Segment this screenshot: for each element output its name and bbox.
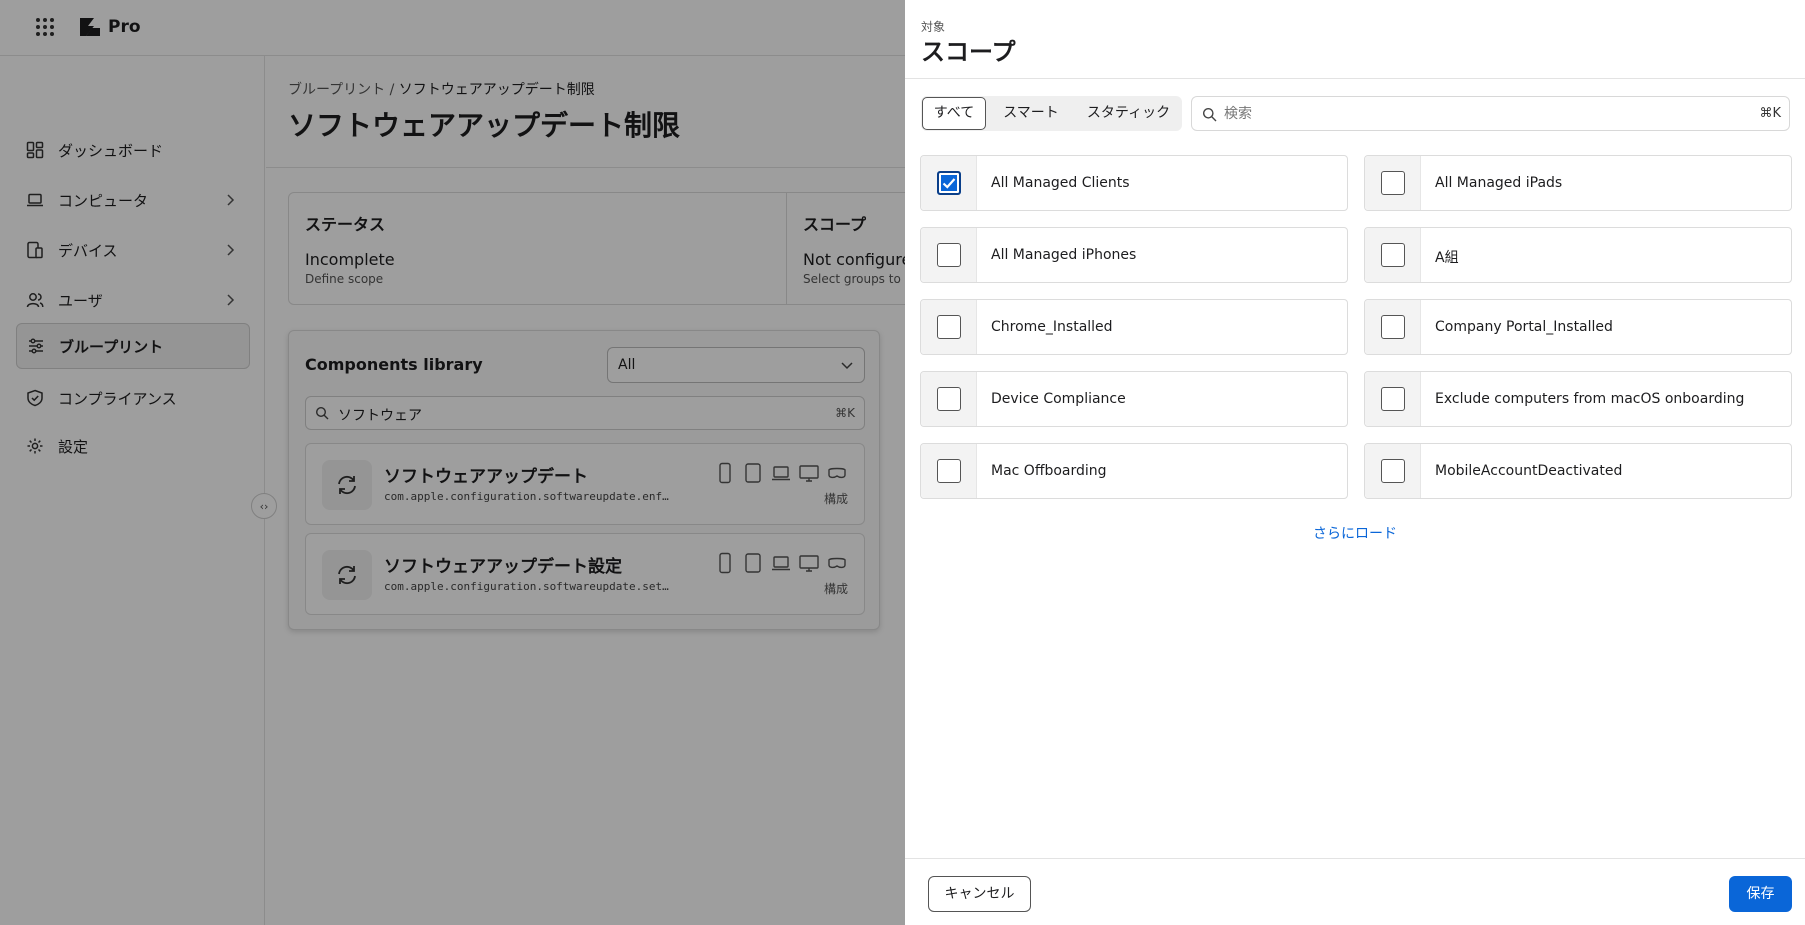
group-option[interactable]: A組 (1364, 227, 1792, 283)
drawer-footer: キャンセル 保存 (905, 858, 1805, 925)
load-more-link: さらにロード (905, 523, 1805, 543)
group-search-input[interactable] (1224, 103, 1724, 125)
group-checkbox[interactable] (937, 243, 961, 267)
group-label: MobileAccountDeactivated (1435, 463, 1623, 479)
group-label: All Managed iPads (1435, 175, 1563, 191)
group-option[interactable]: Mac Offboarding (920, 443, 1348, 499)
group-search-field[interactable]: ⌘K (1191, 96, 1790, 131)
group-checkbox[interactable] (937, 171, 961, 195)
group-option[interactable]: All Managed iPhones (920, 227, 1348, 283)
save-button[interactable]: 保存 (1729, 876, 1792, 912)
group-option[interactable]: Exclude computers from macOS onboarding (1364, 371, 1792, 427)
group-checkbox[interactable] (937, 315, 961, 339)
cancel-button[interactable]: キャンセル (928, 876, 1031, 912)
group-checkbox[interactable] (1381, 387, 1405, 411)
group-checkbox[interactable] (937, 387, 961, 411)
group-label: Company Portal_Installed (1435, 319, 1613, 335)
tab-all[interactable]: すべて (922, 97, 986, 130)
group-option[interactable]: Device Compliance (920, 371, 1348, 427)
group-label: All Managed Clients (991, 175, 1130, 191)
tab-static[interactable]: スタティック (1076, 97, 1181, 130)
group-label: Exclude computers from macOS onboarding (1435, 391, 1745, 407)
group-label: Chrome_Installed (991, 319, 1113, 335)
group-checkbox[interactable] (937, 459, 961, 483)
group-option[interactable]: All Managed iPads (1364, 155, 1792, 211)
group-label: Device Compliance (991, 391, 1126, 407)
group-label: Mac Offboarding (991, 463, 1107, 479)
checkmark-icon (942, 178, 956, 189)
search-icon (1203, 108, 1217, 122)
drawer-title: スコープ (921, 38, 1016, 66)
group-label: A組 (1435, 250, 1459, 266)
group-checkbox[interactable] (1381, 315, 1405, 339)
group-option[interactable]: Company Portal_Installed (1364, 299, 1792, 355)
load-more-label[interactable]: さらにロード (1313, 526, 1397, 542)
group-type-tabs: すべて スマート スタティック (921, 96, 1182, 131)
tab-smart[interactable]: スマート (986, 97, 1076, 130)
scope-drawer: 対象 スコープ すべて スマート スタティック ⌘K All Managed C… (905, 0, 1805, 925)
search-shortcut: ⌘K (1759, 106, 1781, 121)
group-checkbox[interactable] (1381, 459, 1405, 483)
group-option[interactable]: All Managed Clients (920, 155, 1348, 211)
group-option[interactable]: Chrome_Installed (920, 299, 1348, 355)
group-label: All Managed iPhones (991, 247, 1137, 263)
group-checkbox[interactable] (1381, 243, 1405, 267)
group-checkbox[interactable] (1381, 171, 1405, 195)
drawer-header: 対象 スコープ (905, 0, 1805, 79)
group-option[interactable]: MobileAccountDeactivated (1364, 443, 1792, 499)
